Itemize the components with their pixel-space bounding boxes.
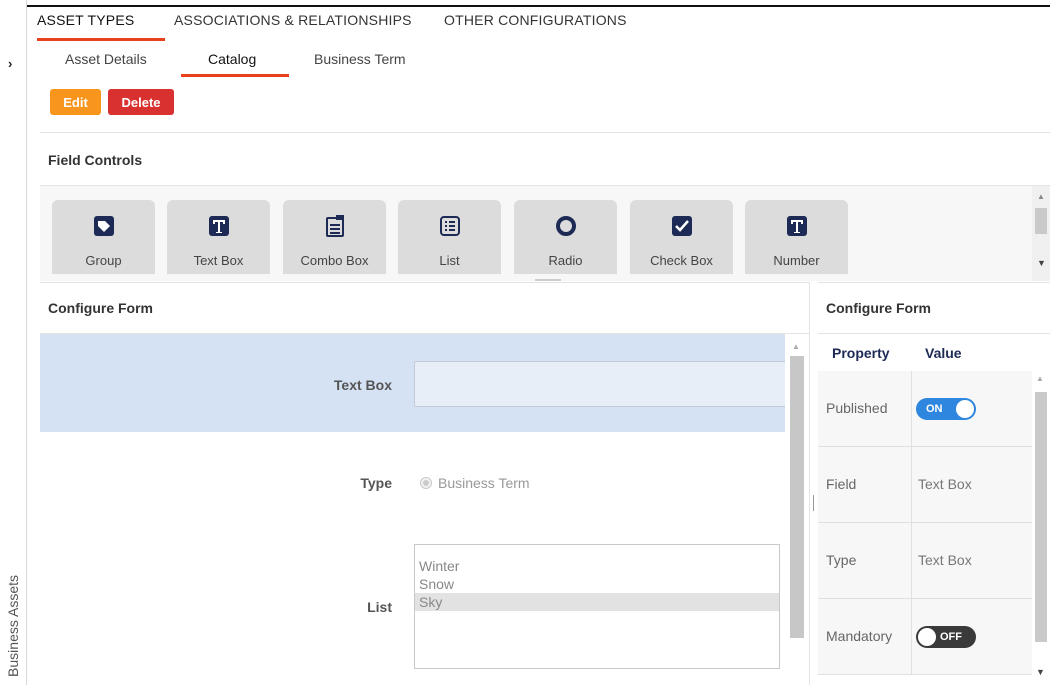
combo-box-icon [325,215,344,237]
scroll-down-icon[interactable]: ▼ [1037,258,1046,268]
control-label: Check Box [650,253,713,268]
left-rail: › Business Assets [0,0,27,685]
edit-button[interactable]: Edit [50,89,101,115]
subtab-catalog[interactable]: Catalog [208,51,256,67]
chevron-right-icon[interactable]: › [8,56,12,71]
tag-icon [93,216,114,236]
radio-label: Business Term [438,475,530,491]
control-list[interactable]: List [398,200,501,274]
table-row: Mandatory OFF [818,599,1032,675]
toggle-label: ON [926,403,943,415]
configure-form-title: Configure Form [48,300,153,316]
control-label: Text Box [193,253,244,268]
control-text-box[interactable]: Text Box [167,200,270,274]
property-name: Field [826,476,857,492]
tab-associations-relationships[interactable]: ASSOCIATIONS & RELATIONSHIPS [174,12,412,28]
control-group[interactable]: Group [52,200,155,274]
properties-table: Published ON Field Text Box Type Text Bo… [818,371,1032,675]
field-controls-title: Field Controls [48,152,143,168]
table-row: Type Text Box [818,523,1032,599]
number-icon [786,216,807,236]
published-toggle[interactable]: ON [916,398,976,420]
list-box[interactable]: Winter Snow Sky [414,544,780,669]
list-option[interactable]: Snow [415,575,779,593]
rail-label[interactable]: Business Assets [5,575,21,677]
tab-other-configurations[interactable]: OTHER CONFIGURATIONS [444,12,627,28]
resize-handle[interactable] [535,279,561,281]
radio-button[interactable] [420,477,432,489]
toggle-knob [918,628,936,646]
control-check-box[interactable]: Check Box [630,200,733,274]
property-value: Text Box [918,476,972,492]
text-box-icon [208,216,229,236]
control-label: Number [773,253,820,268]
form-canvas: Text Box Type Business Term List Winter … [40,334,785,685]
active-tab-indicator [37,38,165,41]
control-label: Radio [548,253,583,268]
type-label: Type [360,475,392,491]
text-box-input[interactable] [414,361,785,407]
control-label: Combo Box [300,253,369,268]
scroll-up-icon[interactable]: ▲ [1037,192,1045,201]
property-name: Type [826,552,857,568]
list-option-selected[interactable]: Sky [415,593,779,611]
property-name: Mandatory [826,628,893,644]
property-value-cell: OFF [911,599,1032,674]
toggle-knob [956,400,974,418]
properties-title: Configure Form [826,300,931,316]
scroll-up-icon[interactable]: ▲ [1036,374,1044,383]
properties-scrollbar[interactable]: ▲ ▼ [1032,370,1050,685]
table-row: Published ON [818,371,1032,447]
type-radio[interactable]: Business Term [420,475,530,491]
mandatory-toggle[interactable]: OFF [916,626,976,648]
list-label: List [367,599,392,615]
scroll-thumb[interactable] [790,356,804,638]
subtab-asset-details[interactable]: Asset Details [65,51,147,67]
text-box-label: Text Box [333,377,392,393]
subtab-business-term[interactable]: Business Term [314,51,406,67]
radio-icon [555,216,576,236]
list-option[interactable]: Winter [415,557,779,575]
control-label: Group [85,253,122,268]
list-icon [439,216,460,236]
control-number[interactable]: Number [745,200,848,274]
control-label: List [439,253,460,268]
top-border [27,5,1050,7]
control-combo-box[interactable]: Combo Box [283,200,386,274]
property-value-cell: Text Box [911,523,1032,598]
table-row: Field Text Box [818,447,1032,523]
control-radio[interactable]: Radio [514,200,617,274]
property-value-cell: ON [911,371,1032,446]
active-subtab-indicator [181,74,289,77]
property-name: Published [826,400,888,416]
top-tab-bar: ASSET TYPES ASSOCIATIONS & RELATIONSHIPS… [27,0,1050,41]
field-controls-strip: Group Text Box Combo Box List Radio Chec… [40,186,1032,281]
delete-button[interactable]: Delete [108,89,174,115]
property-column-header: Property [832,345,890,361]
field-controls-panel: Field Controls Group Text Box Combo Box … [40,132,1050,281]
scroll-thumb[interactable] [1035,208,1047,234]
value-column-header: Value [925,345,962,361]
property-value-cell: Text Box [911,447,1032,522]
check-box-icon [671,216,692,236]
tab-asset-types[interactable]: ASSET TYPES [37,12,134,28]
properties-panel: Configure Form Property Value Published … [818,282,1050,685]
toggle-label: OFF [940,631,962,643]
field-controls-scrollbar[interactable]: ▲ ▼ [1032,186,1050,281]
scroll-up-icon[interactable]: ▲ [792,342,800,351]
scroll-down-icon[interactable]: ▼ [1036,667,1045,677]
property-value: Text Box [918,552,972,568]
splitter[interactable] [813,495,814,511]
divider [818,333,1050,334]
scroll-thumb[interactable] [1035,392,1047,642]
configure-form-panel: Configure Form Text Box Type Business Te… [40,282,810,685]
form-scrollbar[interactable]: ▲ [785,334,809,685]
